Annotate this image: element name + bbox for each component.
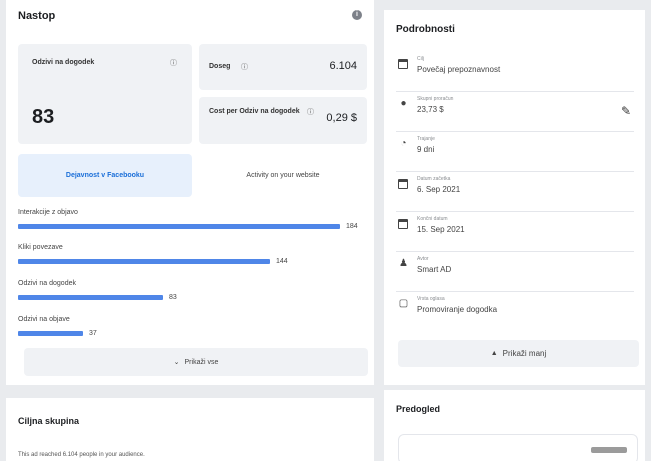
detail-row: Cilj Povečaj prepoznavnost [396,54,634,92]
show-less-label: Prikaži manj [502,349,547,358]
detail-label: Vrsta oglasa [417,296,445,302]
audience-card: Ciljna skupina This ad reached 6.104 peo… [6,398,374,461]
detail-label: Končni datum [417,216,448,222]
metric-row: Interakcije z objavo 184 [18,209,368,231]
ad-type-icon: ▢ [398,298,409,309]
metric-bar-row: 37 [18,328,368,338]
metric-row: Odzivi na objave 37 [18,316,368,338]
metric-row: Kliki povezave 144 [18,244,368,266]
info-icon[interactable]: i [352,10,362,20]
metric-bar [18,258,270,264]
metric-bar-row: 144 [18,256,368,266]
detail-row: Datum začetka 6. Sep 2021 [396,174,634,212]
preview-card: Predogled [384,390,645,461]
detail-row: ◔ Trajanje 9 dni [396,134,634,172]
detail-label: Cilj [417,56,424,62]
detail-label: Avtor [417,256,429,262]
clock-icon: ◔ [400,138,407,149]
audience-text: This ad reached 6.104 people in your aud… [18,452,145,458]
metric-label: Odzivi na objave [18,316,70,323]
detail-label: Trajanje [417,136,435,142]
detail-value: 23,73 $ [417,105,444,114]
info-icon[interactable]: ⓘ [170,58,177,68]
metric-label: Kliki povezave [18,244,63,251]
calendar-icon [398,58,409,69]
show-less-button[interactable]: ▲ Prikaži manj [398,340,639,367]
metric-value: 144 [276,257,288,265]
detail-label: Datum začetka [417,176,451,182]
stat-reach-value: 6.104 [329,60,357,72]
preview-title: Predogled [396,404,441,414]
detail-value: 9 dni [417,145,435,154]
performance-card: Nastop i Odzivi na dogodek ⓘ 83 Doseg ⓘ … [6,0,374,385]
stat-responses-value: 83 [32,106,55,128]
person-icon: ♟ [399,258,408,269]
tab-facebook-activity[interactable]: Dejavnost v Facebooku [18,154,192,197]
calendar-icon [398,178,409,189]
detail-value: 15. Sep 2021 [417,225,465,234]
detail-row: Končni datum 15. Sep 2021 [396,214,634,252]
stat-cost-label: Cost per Odziv na dogodek [209,108,300,115]
budget-icon: ● [400,98,407,109]
audience-title: Ciljna skupina [18,416,80,426]
preview-thumbnail [591,447,627,453]
metric-label: Odzivi na dogodek [18,280,76,287]
chevron-down-icon: ⌄ [173,359,180,366]
stat-responses-label: Odzivi na dogodek [32,59,95,66]
details-card: Podrobnosti Cilj Povečaj prepoznavnost ● Sk… [384,10,645,385]
pencil-icon[interactable]: ✎ [621,104,631,118]
detail-row: ● Skupni proračun 23,73 $ [396,94,634,132]
detail-value: Povečaj prepoznavnost [417,65,501,74]
tab-website-activity[interactable]: Activity on your website [199,154,367,197]
metric-bar-row: 83 [18,292,368,302]
stat-cost-per-response: Cost per Odziv na dogodek ⓘ 0,29 $ [199,97,367,144]
stat-cost-value: 0,29 $ [326,112,357,124]
info-icon[interactable]: ⓘ [307,107,314,117]
metric-value: 37 [89,329,97,337]
metric-label: Interakcije z objavo [18,209,78,216]
detail-row: ♟ Avtor Smart AD [396,254,634,292]
show-more-label: Prikaži vse [184,358,219,366]
metric-row: Odzivi na dogodek 83 [18,280,368,302]
metric-bar [18,223,340,229]
ad-preview[interactable] [398,434,638,461]
detail-row: ▢ Vrsta oglasa Promoviranje dogodka [396,294,634,332]
stat-event-responses: Odzivi na dogodek ⓘ 83 [18,44,192,144]
detail-value: Smart AD [417,265,452,274]
metric-bar-row: 184 [18,221,368,231]
calendar-icon [398,218,409,229]
detail-label: Skupni proračun [417,96,454,102]
metric-value: 83 [169,293,177,301]
stat-reach-label: Doseg [209,63,231,70]
details-title: Podrobnosti [396,24,455,35]
detail-value: Promoviranje dogodka [417,305,498,314]
metric-bar [18,330,83,336]
detail-value: 6. Sep 2021 [417,185,461,194]
stat-reach: Doseg ⓘ 6.104 [199,44,367,90]
info-icon[interactable]: ⓘ [241,62,248,72]
performance-title: Nastop [18,10,56,22]
metric-value: 184 [346,222,358,230]
show-more-button[interactable]: ⌄ Prikaži vse [24,348,368,376]
metric-bar [18,294,163,300]
chevron-up-icon: ▲ [490,350,498,357]
